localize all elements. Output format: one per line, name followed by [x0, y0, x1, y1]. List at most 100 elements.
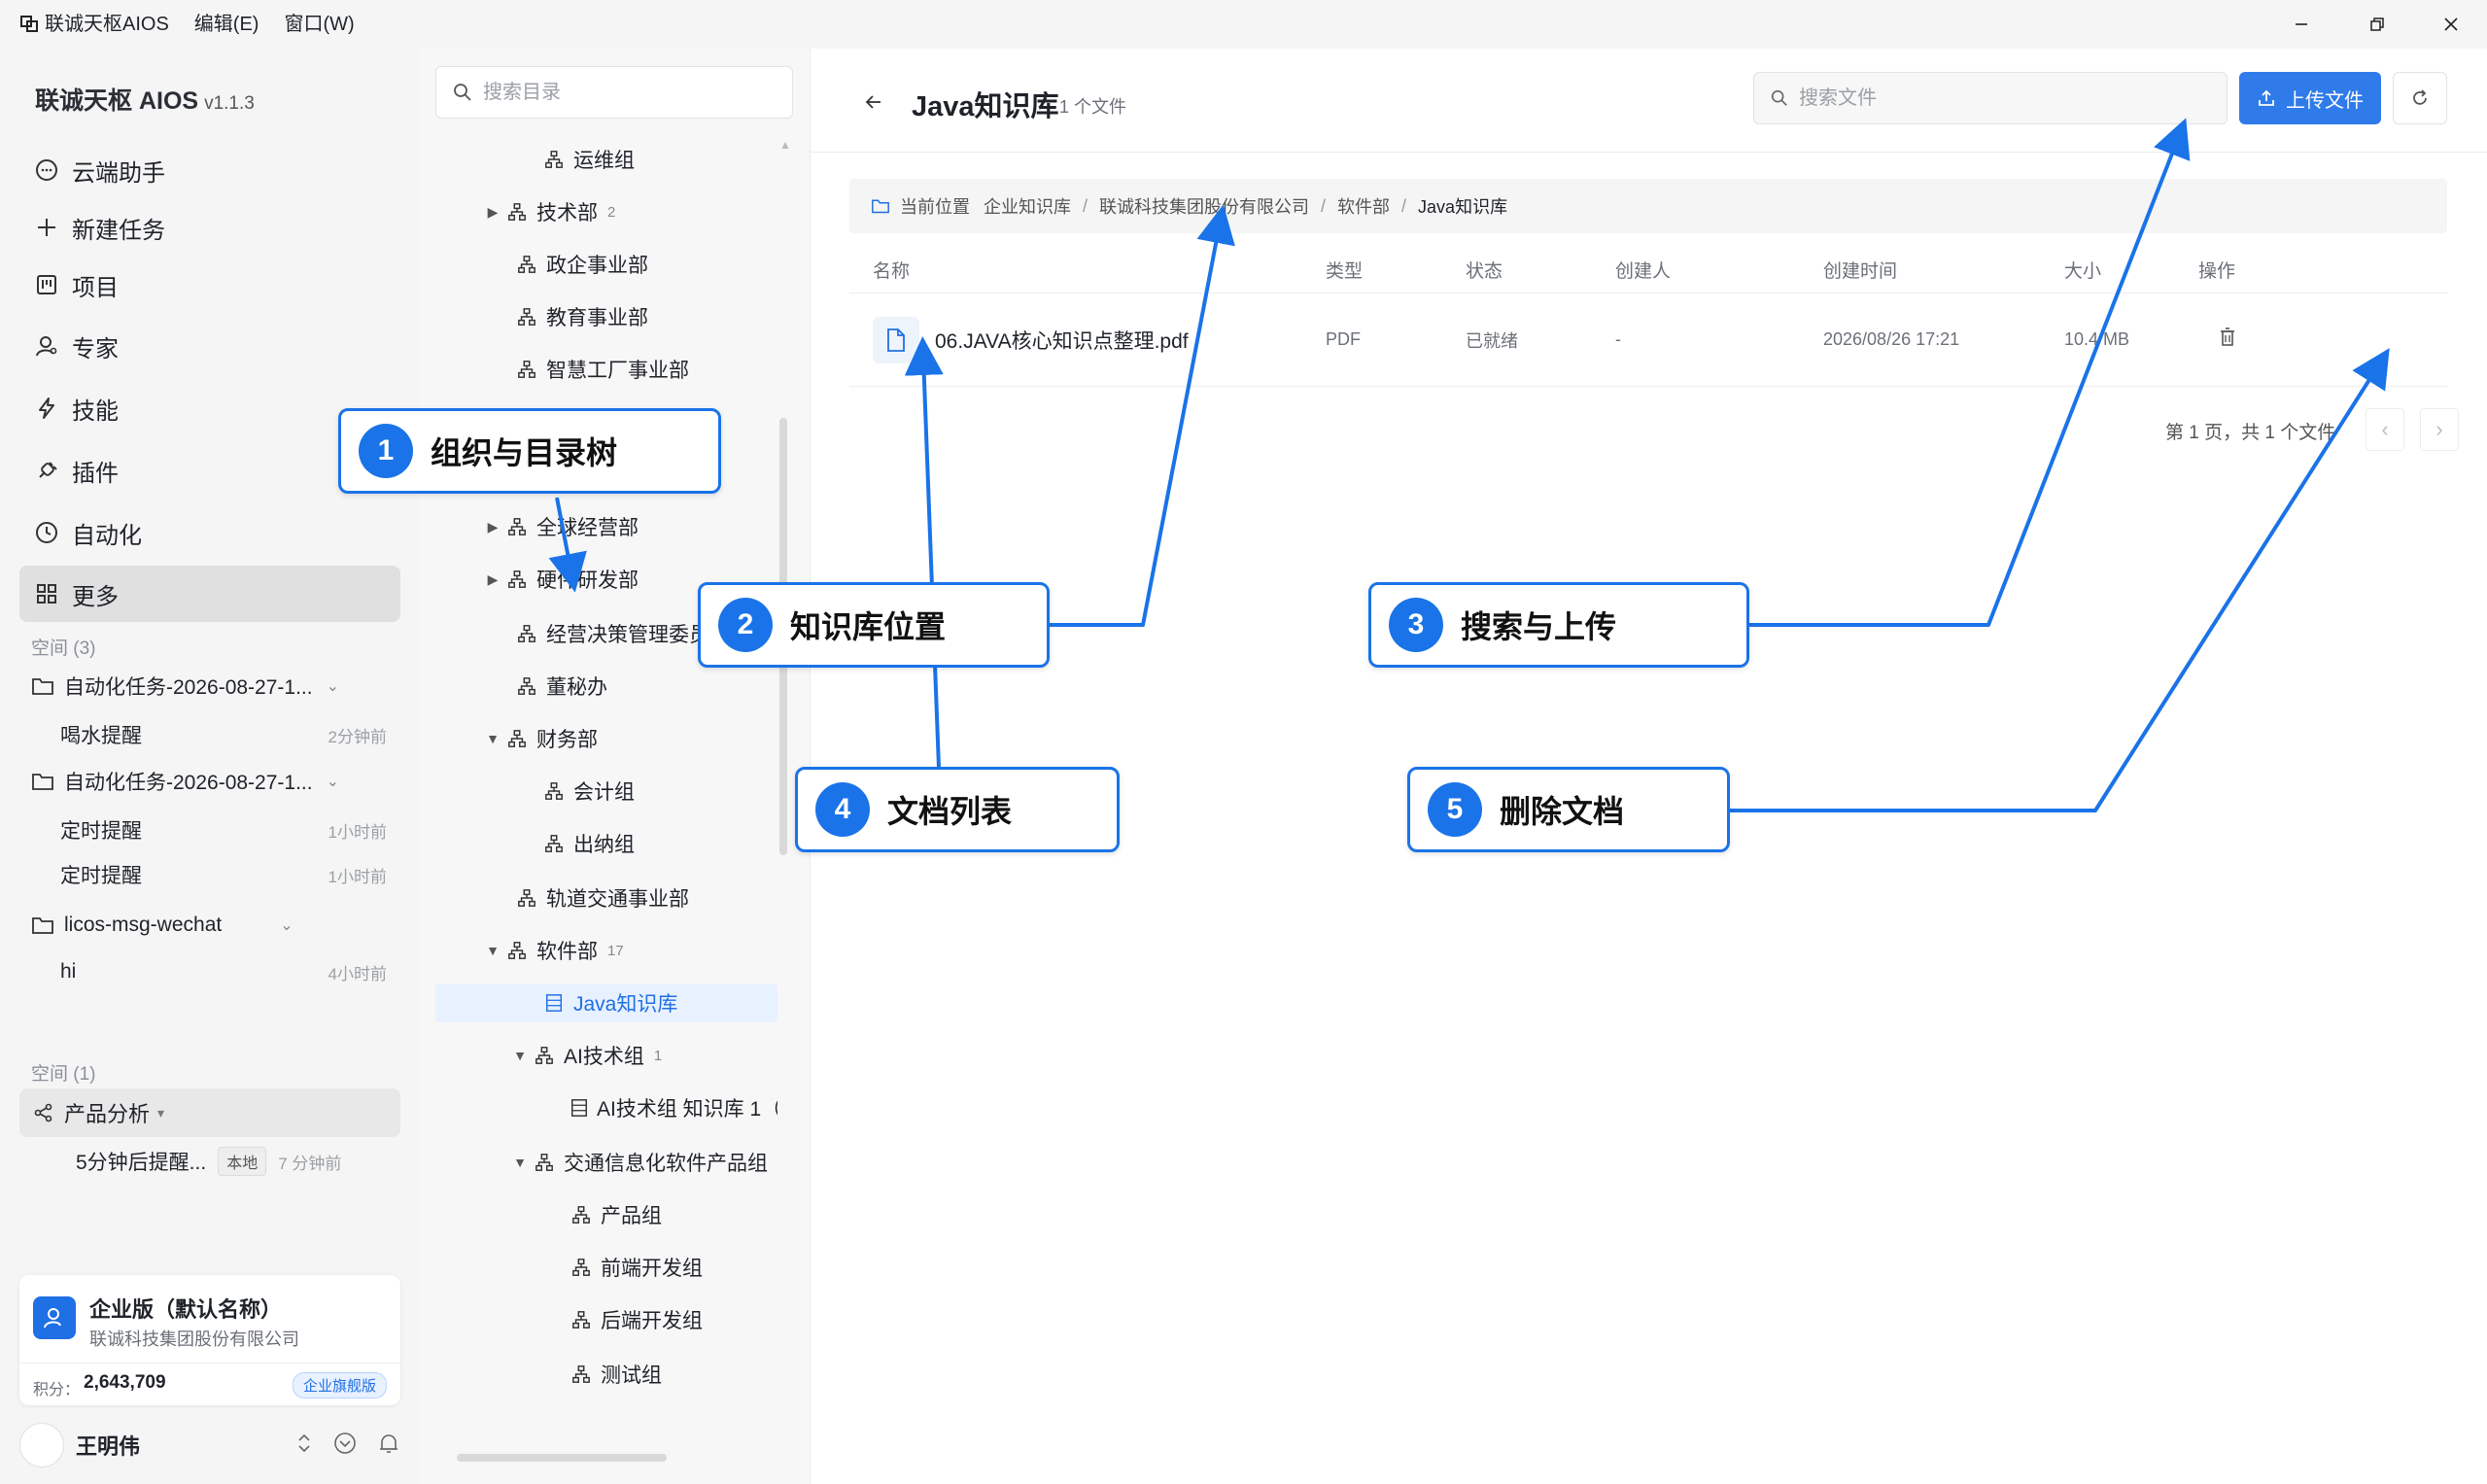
space-folder[interactable]: 自动化任务-2026-08-27-1... ⌄	[31, 667, 400, 706]
tree-node[interactable]: 教育事业部	[511, 297, 648, 336]
chevron-down-icon[interactable]: ⌄	[327, 676, 339, 696]
tree-node-count: 2	[607, 203, 616, 221]
file-search-input[interactable]	[1799, 86, 2207, 110]
pager-summary: 第 1 页，共 1 个文件	[2165, 423, 2336, 443]
refresh-button[interactable]	[2393, 72, 2447, 124]
trash-icon	[2221, 328, 2234, 346]
tree-node[interactable]: ▶ 硬件研发部	[484, 560, 639, 599]
breadcrumb: 当前位置 企业知识库 / 联诚科技集团股份有限公司 / 软件部 / Java知识…	[849, 179, 2447, 233]
callout-text: 知识库位置	[790, 609, 947, 644]
minimize-button[interactable]	[2284, 10, 2319, 39]
nav-automation[interactable]: 自动化	[19, 504, 400, 561]
caret-right-icon[interactable]: ▶	[484, 204, 501, 221]
space-product-analysis[interactable]: 产品分析 ▾	[19, 1088, 400, 1137]
restore-button[interactable]	[2360, 10, 2395, 39]
user-row[interactable]: 王明伟	[19, 1421, 400, 1469]
tree-node[interactable]: 智慧工厂事业部	[511, 350, 689, 389]
tree-node[interactable]: 政企事业部	[511, 245, 648, 284]
tree-node-label: 政企事业部	[546, 255, 648, 277]
col-name: 名称	[873, 261, 911, 282]
tree-node-label: 教育事业部	[546, 307, 648, 329]
space-name: 自动化任务-2026-08-27-1...	[64, 772, 313, 794]
caret-down-icon[interactable]: ▼	[511, 1155, 529, 1170]
tree-node[interactable]: 前端开发组	[566, 1248, 703, 1287]
org-card[interactable]: 企业版（默认名称） 联诚科技集团股份有限公司 积分： 2,643,709 企业旗…	[19, 1275, 400, 1405]
tree-node[interactable]: Java知识库	[435, 984, 777, 1022]
nav-more[interactable]: 更多	[19, 566, 400, 622]
table-row[interactable]: 06.JAVA核心知识点整理.pdf PDF 已就绪 - 2026/08/26 …	[849, 293, 2447, 387]
folder-icon	[872, 199, 889, 214]
breadcrumb-item[interactable]: 企业知识库	[984, 193, 1071, 219]
scroll-up-icon[interactable]: ▲	[779, 138, 791, 152]
tree-node[interactable]: ▼ 交通信息化软件产品组	[511, 1143, 768, 1182]
tree-node[interactable]: 轨道交通事业部	[511, 879, 689, 917]
caret-down-icon[interactable]: ▼	[511, 1048, 529, 1063]
upload-button[interactable]: 上传文件	[2239, 72, 2381, 124]
grid-icon	[37, 584, 56, 604]
tree-node[interactable]: 后端开发组	[566, 1300, 703, 1339]
tree-node[interactable]: 运维组	[538, 140, 635, 179]
tree-node-label: 产品组	[601, 1205, 662, 1227]
tree-node-label: 运维组	[573, 150, 635, 172]
tree-search-box[interactable]	[435, 66, 793, 119]
space-folder[interactable]: licos-msg-wechat ⌄	[31, 906, 400, 945]
tree-node[interactable]: 产品组	[566, 1195, 662, 1234]
space-item[interactable]: 定时提醒 1小时前	[60, 857, 387, 892]
tree-node[interactable]: 董秘办	[511, 667, 607, 706]
org-tree-icon	[515, 358, 538, 381]
tree-search-input[interactable]	[483, 81, 775, 104]
breadcrumb-item[interactable]: 软件部	[1337, 193, 1390, 219]
org-tree-icon	[515, 253, 538, 276]
file-search-box[interactable]	[1753, 72, 2228, 124]
refresh-icon	[2413, 89, 2427, 105]
caret-down-icon[interactable]: ▼	[484, 943, 501, 958]
avatar[interactable]	[19, 1423, 64, 1467]
space-item[interactable]: 定时提醒 1小时前	[60, 812, 387, 847]
tree-node[interactable]: 会计组	[538, 772, 635, 811]
tree-node[interactable]: ▼ AI技术组 1	[511, 1036, 662, 1075]
caret-right-icon[interactable]: ▶	[484, 519, 501, 535]
callout-number: 4	[815, 782, 870, 837]
caret-down-icon[interactable]: ▼	[484, 731, 501, 746]
tree-node[interactable]: 出纳组	[538, 824, 635, 863]
nav-cloud-assistant[interactable]: 云端助手	[19, 142, 400, 198]
org-tree-icon	[542, 148, 566, 171]
org-tree-icon	[515, 622, 538, 645]
nav-new-task[interactable]: 新建任务	[19, 199, 400, 256]
nav-label: 项目	[72, 274, 119, 301]
switch-updown-icon[interactable]	[295, 1432, 313, 1455]
tree-node[interactable]: AI技术组 知识库 1（t	[566, 1088, 777, 1127]
knowledge-base-icon	[542, 991, 566, 1015]
user-name: 王明伟	[76, 1434, 141, 1459]
caret-down-icon[interactable]: ▾	[157, 1105, 164, 1122]
tree-node[interactable]: ▼ 软件部 17	[484, 931, 624, 970]
callout-text: 删除文档	[1500, 794, 1625, 829]
nav-project[interactable]: 项目	[19, 257, 400, 313]
delete-button[interactable]	[2218, 327, 2237, 353]
chevron-down-icon[interactable]: ⌄	[280, 915, 293, 935]
file-name-cell[interactable]: 06.JAVA核心知识点整理.pdf	[873, 316, 1189, 363]
space-folder[interactable]: 自动化任务-2026-08-27-1... ⌄	[31, 762, 400, 801]
menu-app[interactable]: 联诚天枢AIOS	[45, 12, 169, 37]
chevron-down-icon[interactable]: ⌄	[327, 772, 339, 791]
bell-icon[interactable]	[377, 1431, 400, 1456]
breadcrumb-item[interactable]: 联诚科技集团股份有限公司	[1099, 193, 1309, 219]
caret-right-icon[interactable]: ▶	[484, 571, 501, 588]
tree-node[interactable]: ▶ 技术部 2	[484, 192, 616, 231]
tree-scrollbar-horizontal[interactable]	[457, 1454, 667, 1462]
close-button[interactable]	[2434, 10, 2469, 39]
nav-expert[interactable]: 专家	[19, 318, 400, 374]
menu-edit[interactable]: 编辑(E)	[194, 12, 259, 37]
tree-node[interactable]: ▶ 全球经营部	[484, 507, 639, 546]
product-sub-item[interactable]: 5分钟后提醒... 本地 7 分钟前	[76, 1147, 341, 1176]
prev-page-button[interactable]: ‹	[2366, 408, 2404, 451]
tree-node[interactable]: ▼ 财务部	[484, 719, 598, 758]
tree-node[interactable]: 测试组	[566, 1355, 662, 1394]
circle-chevron-down-icon[interactable]	[332, 1431, 358, 1456]
org-tree-icon	[505, 515, 529, 538]
space-item[interactable]: 喝水提醒 2分钟前	[60, 717, 387, 752]
menu-window[interactable]: 窗口(W)	[284, 12, 354, 37]
next-page-button[interactable]: ›	[2420, 408, 2459, 451]
space-item[interactable]: hi 4小时前	[60, 954, 387, 989]
back-button[interactable]	[859, 87, 888, 117]
